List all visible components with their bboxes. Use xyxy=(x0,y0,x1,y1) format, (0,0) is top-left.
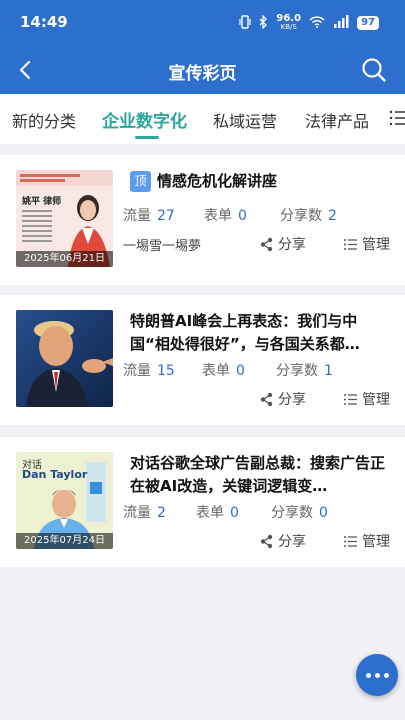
share-count-stat: 分享数 2 xyxy=(280,208,337,224)
battery-icon: 97 xyxy=(357,16,379,30)
share-count-stat: 分享数 1 xyxy=(276,363,333,379)
wifi-icon xyxy=(309,15,325,31)
card-title[interactable]: 对话谷歌全球广告副总裁：搜索广告正在被AI改造，关键词逻辑变… xyxy=(130,452,388,498)
share-icon xyxy=(260,237,273,251)
manage-button[interactable]: 管理 xyxy=(343,234,390,254)
share-icon xyxy=(260,534,273,548)
manage-button[interactable]: 管理 xyxy=(343,389,390,409)
flow-stat: 流量 27 xyxy=(123,208,175,224)
more-icon-dot xyxy=(374,672,380,678)
status-time: 14:49 xyxy=(20,13,68,31)
more-actions-button[interactable] xyxy=(356,654,398,696)
status-bar: 14:49 96.0 KB/S 97 xyxy=(0,0,405,46)
flyer-card[interactable]: 对话 Dan Taylor 2025年07月24日 对话谷歌全球广告副总裁：搜索… xyxy=(0,437,405,567)
flyer-card[interactable]: 特朗普AI峰会上再表态：我们与中国“相处得很好”，与各国关系都… 流量 15 表单… xyxy=(0,295,405,425)
flow-stat: 流量 2 xyxy=(123,505,166,521)
thumbnail-caption: 姚平 律师 xyxy=(22,197,62,207)
active-tab-indicator xyxy=(135,136,159,139)
vibrate-icon xyxy=(239,14,251,32)
pinned-badge: 顶 xyxy=(130,171,151,192)
tab-menu-icon[interactable] xyxy=(385,108,405,128)
list-icon xyxy=(344,238,357,250)
list-icon xyxy=(344,535,357,547)
thumbnail-image xyxy=(16,310,113,407)
tab-private-domain[interactable]: 私域运营 xyxy=(213,108,277,132)
status-icons: 96.0 KB/S 97 xyxy=(239,14,379,32)
card-author: 一埸雪一埸夢 xyxy=(123,239,202,254)
category-tabs: 新的分类 企业数字化 私域运营 法律产品 xyxy=(0,94,405,144)
card-title[interactable]: 特朗普AI峰会上再表态：我们与中国“相处得很好”，与各国关系都… xyxy=(130,310,388,356)
thumbnail-caption-name: Dan Taylor xyxy=(22,468,88,481)
card-date: 2025年07月24日 xyxy=(16,533,113,549)
more-icon-dot xyxy=(365,672,371,678)
share-count-stat: 分享数 0 xyxy=(271,505,328,521)
search-icon[interactable] xyxy=(361,57,387,83)
tab-enterprise-digital[interactable]: 企业数字化 xyxy=(102,107,187,132)
card-date: 2025年06月21日 xyxy=(16,251,113,267)
form-stat: 表单 0 xyxy=(196,505,239,521)
page-title: 宣传彩页 xyxy=(168,64,237,84)
list-icon xyxy=(344,393,357,405)
card-thumbnail[interactable] xyxy=(16,310,113,407)
form-stat: 表单 0 xyxy=(202,363,245,379)
more-icon-dot xyxy=(383,672,389,678)
share-button[interactable]: 分享 xyxy=(259,531,306,551)
card-thumbnail[interactable]: 对话 Dan Taylor 2025年07月24日 xyxy=(16,452,113,549)
net-speed: 96.0 KB/S xyxy=(276,13,302,32)
tab-new-category[interactable]: 新的分类 xyxy=(12,108,76,132)
flow-stat: 流量 15 xyxy=(123,363,175,379)
manage-button[interactable]: 管理 xyxy=(343,531,390,551)
signal-icon xyxy=(333,15,349,31)
tab-legal-products[interactable]: 法律产品 xyxy=(305,108,369,132)
card-thumbnail[interactable]: 姚平 律师 2025年06月21日 xyxy=(16,170,113,267)
share-button[interactable]: 分享 xyxy=(259,389,306,409)
app-bar: 宣传彩页 xyxy=(0,46,405,94)
bluetooth-icon xyxy=(259,13,268,32)
form-stat: 表单 0 xyxy=(204,208,247,224)
flyer-card[interactable]: 姚平 律师 2025年06月21日 顶情感危机化解讲座 流量 27 表单 0 分享数… xyxy=(0,155,405,285)
share-button[interactable]: 分享 xyxy=(259,234,306,254)
share-icon xyxy=(260,392,273,406)
card-title[interactable]: 顶情感危机化解讲座 xyxy=(130,170,388,193)
